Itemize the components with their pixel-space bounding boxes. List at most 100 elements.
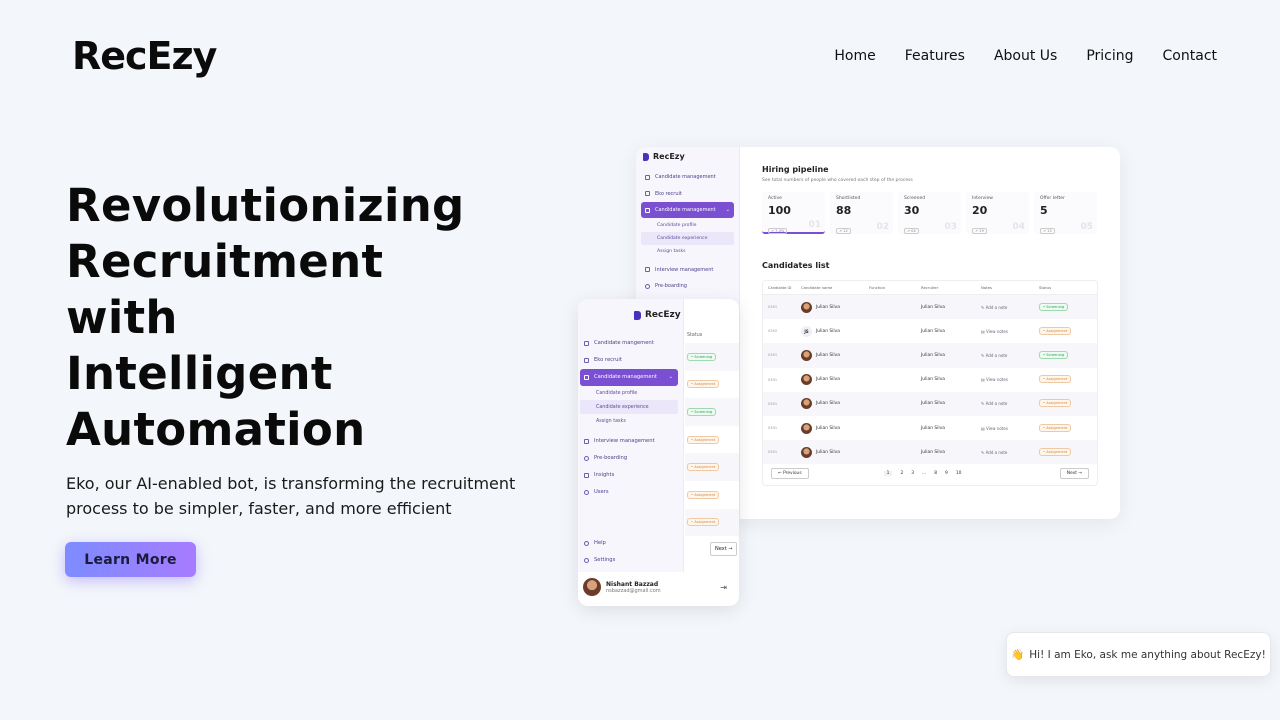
table-row: 0391 Julian Silva Julian Silva ✎ Add a note… [763, 343, 1097, 368]
chevron-down-icon: ⌄ [668, 374, 673, 381]
page-number: 8 [934, 470, 938, 476]
stat-card: Offer letter 5 ↗ 15 05 [1034, 192, 1097, 234]
stat-card: Interview 20 ↗ 19 04 [966, 192, 1029, 234]
table-row: 0391 Julian Silva Julian Silva ✎ Add a note… [763, 295, 1097, 320]
status-badge: • Screening [687, 407, 717, 416]
chat-message: Hi! I am Eko, ask me anything about RecE… [1029, 648, 1266, 661]
sidebar-item: Pre-boarding [580, 450, 678, 467]
table-row: 0391 Julian Silva Julian Silva ▤ View notes… [763, 416, 1097, 440]
page-number: 10 [955, 470, 962, 476]
avatar [801, 422, 812, 434]
pipeline-title: Hiring pipeline [762, 165, 829, 174]
sidebar-item-settings: Settings [580, 552, 678, 569]
stat-card: Screened 30 ↗ 04 03 [898, 192, 961, 234]
pipeline-subtitle: See total numbers of people who covered … [762, 178, 913, 183]
hero-line: with [66, 291, 178, 344]
hero-title: Revolutionizing Recruitment with Intelli… [66, 178, 536, 458]
table-row: 0391 Julian Silva Julian Silva ✎ Add a note… [763, 391, 1097, 416]
avatar [801, 398, 812, 410]
sidebar-subitem: Candidate experience [580, 400, 678, 414]
clock-icon [645, 283, 650, 289]
learn-more-button[interactable]: Learn More [65, 542, 196, 577]
nav-contact[interactable]: Contact [1163, 48, 1217, 64]
hero-line: Recruitment [66, 235, 384, 288]
status-badge: • Assignment [687, 435, 720, 444]
dashboard-main: Hiring pipeline See total numbers of peo… [740, 147, 1120, 519]
hero-line: Intelligent [66, 347, 333, 400]
user-email: nsbazzad@gmail.com [606, 587, 661, 594]
nav-features[interactable]: Features [905, 48, 965, 64]
sidebar-item-active: Candidate management ⌄ [580, 369, 678, 386]
checklist-icon [584, 340, 589, 346]
previous-button: ← Previous [771, 467, 809, 479]
status-badge: • Assignment [687, 463, 720, 472]
hero-subtitle: Eko, our AI-enabled bot, is transforming… [66, 474, 516, 518]
gear-icon [584, 557, 589, 563]
clock-icon [584, 455, 589, 461]
status-badge: • Screening [1039, 350, 1069, 359]
status-badge: • Assignment [1039, 399, 1072, 408]
status-badge: • Assignment [1039, 447, 1072, 456]
nav-about-us[interactable]: About Us [994, 48, 1057, 64]
mobile-next-button: Next → [710, 542, 738, 556]
sidebar-item: Pre-boarding [641, 278, 734, 294]
page-number: 3 [911, 470, 915, 476]
next-button: Next → [1059, 467, 1089, 479]
sidebar-item-help: Help [580, 535, 678, 552]
sidebar-subitem: Candidate profile [657, 222, 697, 228]
hero-line: Revolutionizing [66, 179, 465, 232]
main-nav: Home Features About Us Pricing Contact [834, 48, 1217, 64]
users-icon [584, 489, 589, 495]
avatar: JS [801, 325, 812, 337]
page-number: 9 [945, 470, 948, 476]
status-badge: • Assignment [687, 490, 720, 499]
nav-pricing[interactable]: Pricing [1086, 48, 1133, 64]
candidates-table: Candidate ID Candidate name Function Rec… [762, 280, 1098, 486]
waving-hand-icon: 👋 [1011, 649, 1025, 661]
sidebar-item-active: Candidate management ⌄ [641, 202, 734, 218]
logo-mark-icon [634, 310, 641, 320]
eko-chat-bubble[interactable]: 👋 Hi! I am Eko, ask me anything about Re… [1006, 632, 1271, 677]
copy-icon [645, 267, 650, 272]
candidates-list-title: Candidates list [762, 261, 830, 270]
sidebar-item: Eko recruit [580, 352, 678, 369]
page-number: 2 [900, 470, 904, 476]
logo-mark-icon [643, 152, 649, 161]
mobile-sidebar: RecEzy Candidate mangement Eko recruit C… [578, 299, 684, 572]
avatar [801, 374, 812, 386]
table-row: 0392 JS Julian Silva Julian Silva ▤ View not… [763, 319, 1097, 343]
status-badge: • Screening [687, 352, 717, 361]
status-badge: • Assignment [1039, 326, 1072, 335]
sidebar-item: Candidate mangement [580, 335, 678, 352]
sidebar-item: Interview management [641, 262, 734, 278]
brand-logo[interactable]: RecEzy [72, 34, 217, 78]
sidebar-subitem: Assign tasks [657, 248, 686, 254]
dashboard-logo: RecEzy [643, 152, 685, 161]
table-header: Candidate ID Candidate name Function Rec… [763, 281, 1097, 295]
mobile-mockup: Status • Screening • Assignment • Screen… [578, 299, 739, 606]
sidebar-subitem: Assign tasks [596, 418, 626, 424]
status-badge: • Screening [1039, 302, 1069, 311]
pipeline-stats: Active 100 ↗ 7.4% 01 Shortlisted 88 ↗ 12 02 Sc… [762, 192, 1097, 234]
stat-card: Shortlisted 88 ↗ 12 02 [830, 192, 893, 234]
mobile-logo: RecEzy [634, 310, 681, 320]
logout-icon: ⇥ [720, 582, 727, 592]
robot-icon [645, 191, 650, 196]
avatar [583, 578, 601, 596]
table-pagination: ← Previous 1 2 3 ... 8 9 10 Next → [763, 461, 1097, 485]
hero-line: Automation [66, 403, 366, 456]
sidebar-subitem: Candidate experience [641, 231, 734, 245]
mobile-status-column: Status • Screening • Assignment • Screen… [685, 327, 739, 537]
status-badge: • Assignment [1039, 423, 1072, 432]
robot-icon [584, 357, 589, 363]
avatar [801, 301, 812, 313]
status-badge: • Assignment [1039, 375, 1072, 384]
layers-icon [584, 374, 589, 380]
avatar [801, 349, 812, 361]
user-profile: Nishant Bazzad nsbazzad@gmail.com ⇥ [583, 576, 733, 598]
nav-home[interactable]: Home [834, 48, 875, 64]
status-badge: • Assignment [687, 518, 720, 527]
help-icon [584, 540, 589, 546]
checklist-icon [645, 174, 650, 180]
status-badge: • Assignment [687, 380, 720, 389]
